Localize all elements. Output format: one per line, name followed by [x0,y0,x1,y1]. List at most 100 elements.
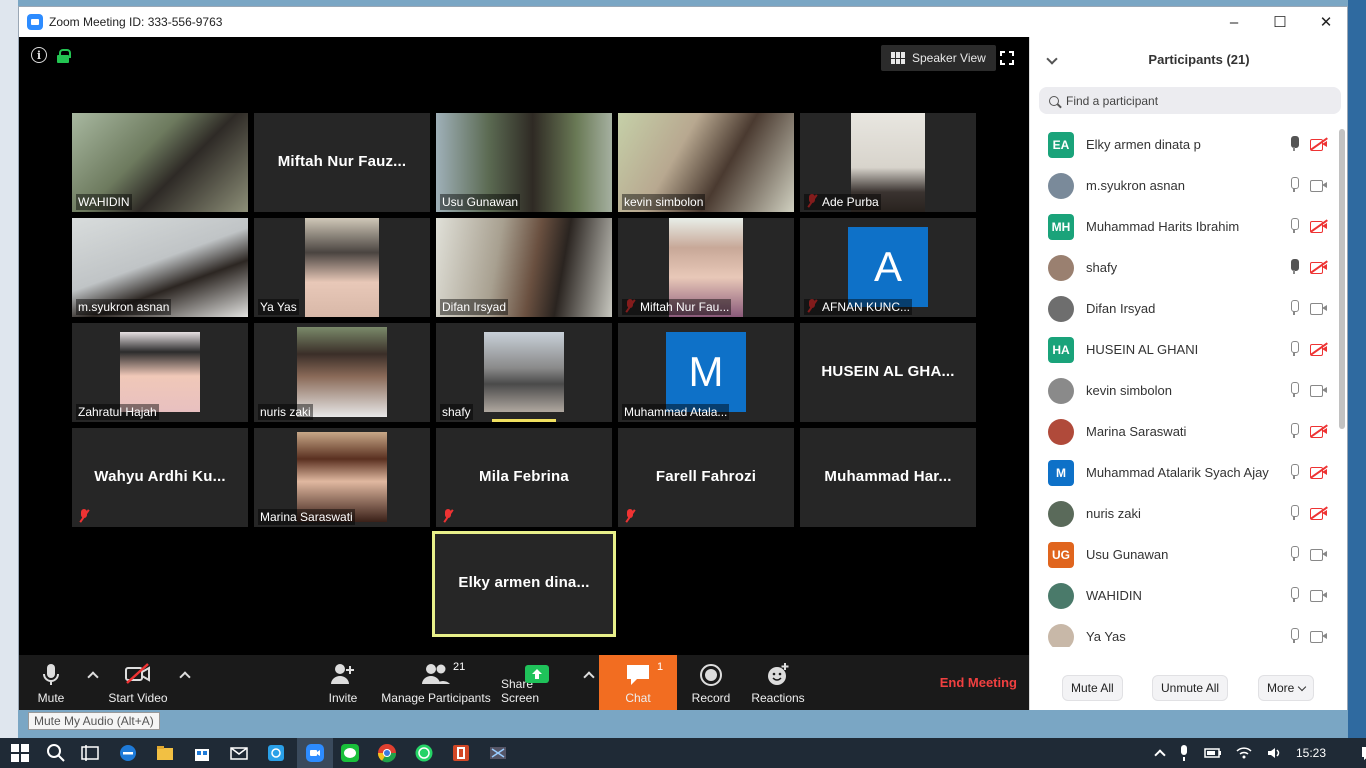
video-tile[interactable]: Muhammad Har... [800,428,976,527]
participant-row[interactable]: UG Usu Gunawan [1030,533,1340,574]
participant-avatar: M [1048,460,1074,486]
encryption-lock-icon[interactable] [57,49,71,63]
file-explorer-icon[interactable] [155,743,175,763]
participant-search-input[interactable]: Find a participant [1039,87,1341,114]
participant-row[interactable]: Ya Yas [1030,615,1340,647]
close-button[interactable]: ✕ [1303,7,1349,37]
participant-row[interactable]: Marina Saraswati [1030,410,1340,451]
task-view-icon[interactable] [80,743,100,763]
mic-icon[interactable] [1289,628,1299,644]
speaker-view-button[interactable]: Speaker View [881,45,996,71]
chat-button[interactable]: 1 Chat [599,655,677,710]
video-tile[interactable]: Wahyu Ardhi Ku... [72,428,248,527]
edge-browser-icon[interactable] [118,743,138,763]
whatsapp-icon[interactable] [414,743,434,763]
fullscreen-icon[interactable] [1000,51,1014,65]
video-tile[interactable]: Usu Gunawan [436,113,612,212]
wifi-icon[interactable] [1236,746,1252,760]
participant-avatar [1048,501,1074,527]
mic-icon[interactable] [1289,218,1299,234]
mic-icon[interactable] [1289,300,1299,316]
mute-button[interactable]: Mute [19,655,83,710]
reactions-smiley-icon [768,663,789,685]
search-icon[interactable] [46,743,66,763]
video-tile[interactable]: Difan Irsyad [436,218,612,317]
participant-row[interactable]: m.syukron asnan [1030,164,1340,205]
video-tile[interactable]: m.syukron asnan [72,218,248,317]
share-options-chevron-icon[interactable] [583,671,595,683]
maximize-button[interactable]: ☐ [1257,7,1303,37]
participant-row[interactable]: kevin simbolon [1030,369,1340,410]
video-tile[interactable]: kevin simbolon [618,113,794,212]
mic-icon[interactable] [1289,341,1299,357]
end-meeting-button[interactable]: End Meeting [940,675,1017,690]
video-tile[interactable]: Miftah Nur Fau... [618,218,794,317]
camera-app-icon[interactable] [266,743,286,763]
video-tile[interactable]: Mila Febrina [436,428,612,527]
windows-start-icon[interactable] [10,743,30,763]
participant-row[interactable]: EA Elky armen dinata p [1030,123,1340,164]
share-screen-button[interactable]: Share Screen [501,655,573,710]
clock-time[interactable]: 15:23 [1296,746,1326,760]
chrome-icon[interactable] [377,743,397,763]
volume-icon[interactable] [1266,746,1282,760]
store-icon[interactable] [192,743,212,763]
video-tile[interactable]: WAHIDIN [72,113,248,212]
microphone-in-use-icon[interactable] [1178,744,1190,762]
participant-list-scrollbar[interactable] [1339,129,1345,429]
mic-icon[interactable] [1289,505,1299,521]
reactions-button[interactable]: Reactions [749,655,807,710]
tile-name: HUSEIN AL GHA... [821,363,955,380]
video-options-chevron-icon[interactable] [179,671,191,683]
start-video-button[interactable]: Start Video [103,655,173,710]
mic-icon[interactable] [1289,546,1299,562]
record-button[interactable]: Record [687,655,735,710]
powerpoint-icon[interactable] [451,743,471,763]
participant-row[interactable]: Difan Irsyad [1030,287,1340,328]
grid-icon [891,52,905,64]
camera-icon [1310,549,1327,561]
participants-panel-title: Participants (21) [1148,52,1250,67]
participant-row[interactable]: MH Muhammad Harits Ibrahim [1030,205,1340,246]
mic-icon[interactable] [1289,382,1299,398]
audio-options-chevron-icon[interactable] [87,671,99,683]
video-tile[interactable]: Farell Fahrozi [618,428,794,527]
mic-icon[interactable] [1289,259,1299,275]
manage-participants-button[interactable]: 21 Manage Participants [379,655,493,710]
battery-icon[interactable] [1204,747,1222,759]
minimize-button[interactable]: – [1211,7,1257,37]
mic-icon[interactable] [1289,177,1299,193]
video-tile[interactable]: nuris zaki [254,323,430,422]
participant-row[interactable]: HA HUSEIN AL GHANI [1030,328,1340,369]
more-button[interactable]: More [1258,675,1315,701]
video-tile[interactable]: Ade Purba [800,113,976,212]
zoom-taskbar-button[interactable] [297,738,333,768]
video-tile[interactable]: M Muhammad Atala... [618,323,794,422]
notifications-icon[interactable] [1360,745,1366,761]
video-tile[interactable]: Marina Saraswati [254,428,430,527]
mic-icon[interactable] [1289,464,1299,480]
mute-all-button[interactable]: Mute All [1062,675,1123,701]
snipping-tool-icon[interactable] [488,743,508,763]
video-tile[interactable]: A AFNAN KUNC... [800,218,976,317]
video-tile[interactable]: Ya Yas [254,218,430,317]
video-tile-active[interactable]: Elky armen dina... [432,531,616,637]
invite-button[interactable]: Invite [323,655,363,710]
video-tile[interactable]: Zahratul Hajah [72,323,248,422]
line-app-icon[interactable] [340,743,360,763]
mic-icon[interactable] [1289,423,1299,439]
show-hidden-icons-chevron-icon[interactable] [1154,749,1166,761]
participant-name: Marina Saraswati [1086,424,1187,439]
meeting-info-icon[interactable]: i [31,47,47,63]
participant-row[interactable]: nuris zaki [1030,492,1340,533]
video-tile[interactable]: Miftah Nur Fauz... [254,113,430,212]
mail-icon[interactable] [229,743,249,763]
video-tile[interactable]: shafy [436,323,612,422]
participant-row[interactable]: M Muhammad Atalarik Syach Ajay [1030,451,1340,492]
participant-row[interactable]: shafy [1030,246,1340,287]
mic-icon[interactable] [1289,587,1299,603]
unmute-all-button[interactable]: Unmute All [1152,675,1229,701]
participant-row[interactable]: WAHIDIN [1030,574,1340,615]
mic-icon[interactable] [1289,136,1299,152]
video-tile[interactable]: HUSEIN AL GHA... [800,323,976,422]
